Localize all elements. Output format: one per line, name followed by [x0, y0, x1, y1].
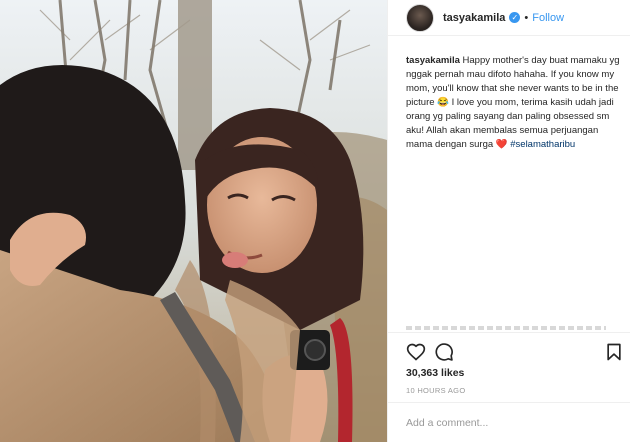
- likes-count[interactable]: 30,363 likes: [406, 367, 464, 379]
- header-separator: •: [524, 11, 529, 24]
- action-bar: [388, 332, 630, 366]
- caption-username[interactable]: tasyakamila: [406, 55, 460, 66]
- post-photo[interactable]: [0, 0, 387, 442]
- comment-icon[interactable]: [434, 342, 454, 362]
- verified-badge-icon: ✓: [509, 12, 521, 23]
- caption-hashtag[interactable]: #selamatharibu: [510, 139, 575, 150]
- avatar[interactable]: [406, 3, 434, 32]
- post-timestamp[interactable]: 10 HOURS AGO: [406, 386, 465, 395]
- post-sidebar: tasyakamila ✓ • Follow tasyakamila Happy…: [387, 0, 630, 442]
- comment-section: [388, 402, 630, 442]
- bookmark-icon[interactable]: [604, 342, 624, 362]
- comment-input[interactable]: [406, 413, 621, 433]
- caption: tasyakamila Happy mother's day buat mama…: [406, 54, 624, 152]
- caption-text: Happy mother's day buat mamaku yg nggak …: [406, 55, 620, 150]
- post-photo-illustration: [0, 0, 387, 442]
- follow-button[interactable]: Follow: [532, 12, 564, 24]
- scroll-fade-text: [406, 326, 606, 330]
- header-username[interactable]: tasyakamila: [443, 12, 505, 24]
- heart-icon[interactable]: [406, 342, 426, 362]
- post-header: tasyakamila ✓ • Follow: [388, 0, 630, 36]
